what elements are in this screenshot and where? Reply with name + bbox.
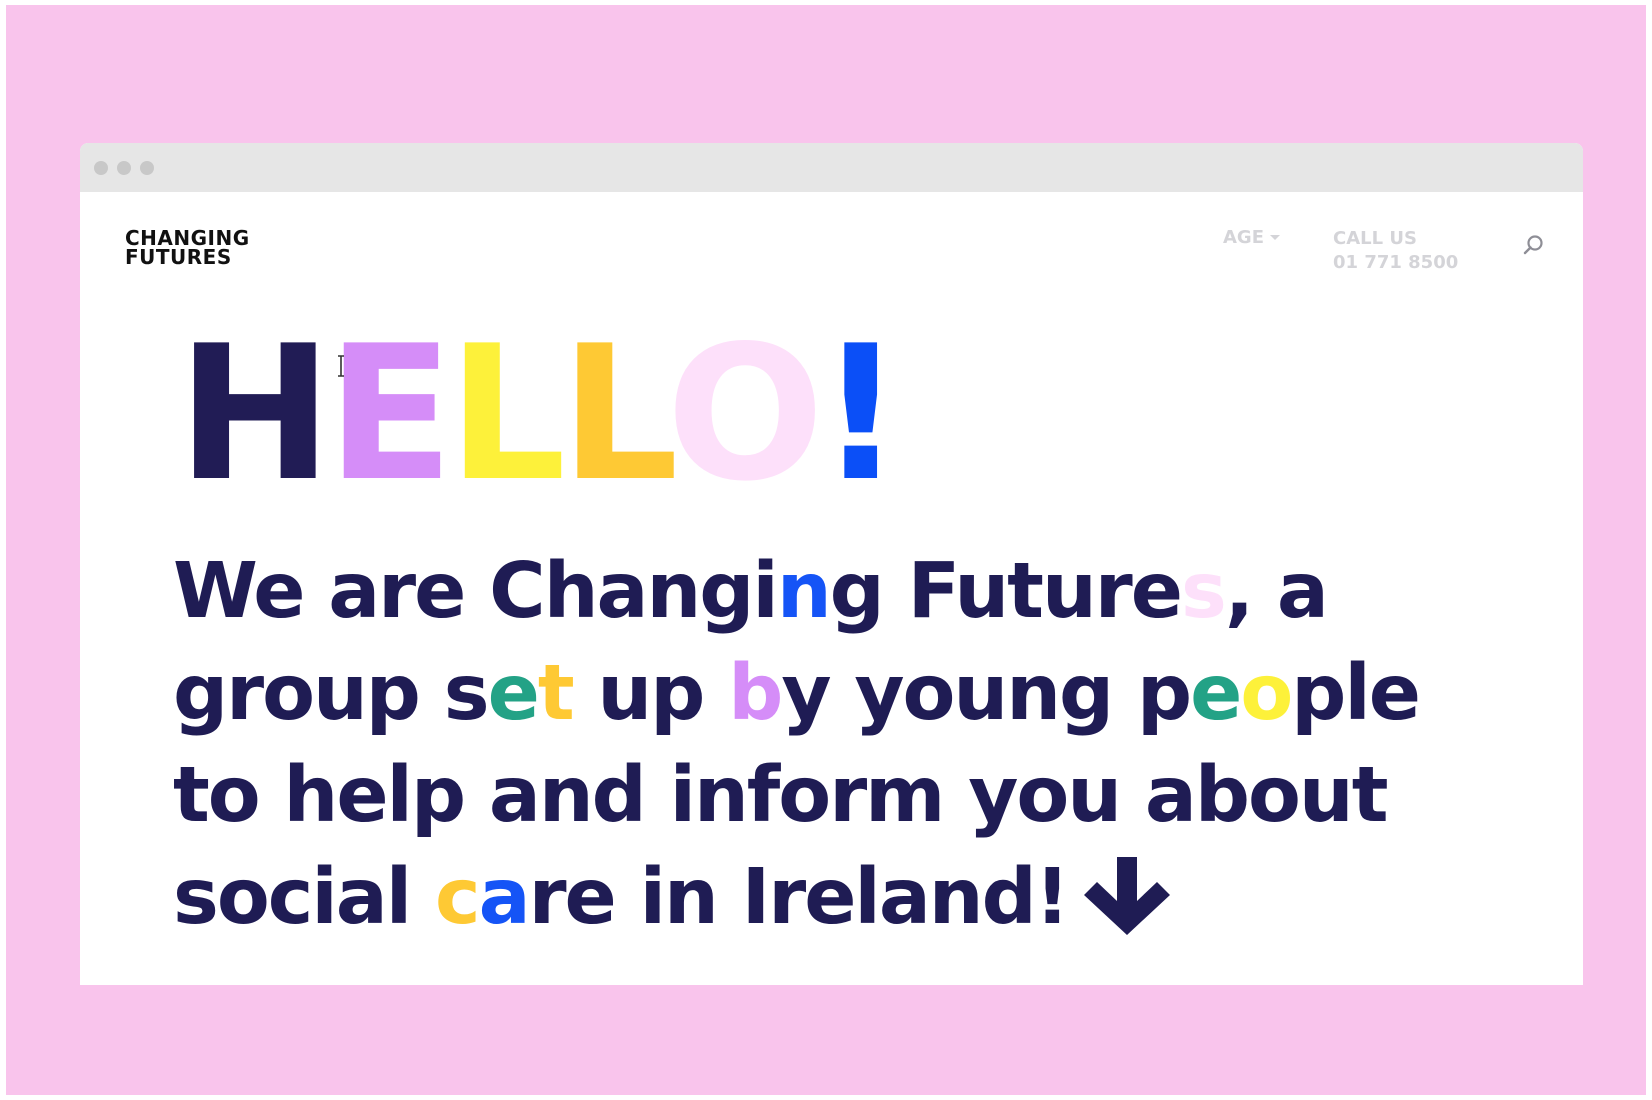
call-us-number: 01 771 8500 bbox=[1333, 252, 1459, 273]
intro-text-segment: to help and inform you about bbox=[173, 751, 1389, 840]
intro-text-segment: re in Ireland! bbox=[528, 853, 1070, 942]
intro-line: group set up by young people bbox=[173, 643, 1573, 745]
intro-text-segment: , a bbox=[1224, 547, 1329, 636]
intro-text-segment: c bbox=[434, 853, 481, 942]
intro-text-segment: We are Changi bbox=[173, 547, 779, 636]
intro-text-segment: group s bbox=[173, 649, 490, 738]
call-us-link[interactable]: CALL US 01 771 8500 bbox=[1333, 227, 1458, 275]
intro-text-segment: b bbox=[728, 649, 783, 738]
intro-text-segment: o bbox=[1240, 649, 1293, 738]
intro-text-segment: s bbox=[1180, 547, 1227, 636]
window-dot-minimize[interactable] bbox=[117, 161, 131, 175]
arrow-down-icon[interactable] bbox=[1082, 855, 1172, 937]
hello-letter: L bbox=[560, 305, 672, 522]
intro-text-segment: social bbox=[173, 853, 435, 942]
intro-text-segment: y young p bbox=[781, 649, 1192, 738]
search-icon bbox=[1523, 235, 1543, 255]
search-button[interactable] bbox=[1520, 233, 1546, 259]
window-dot-maximize[interactable] bbox=[140, 161, 154, 175]
browser-title-bar bbox=[80, 143, 1583, 192]
browser-window: CHANGING FUTURES AGE CALL US 01 771 8500… bbox=[80, 143, 1583, 985]
hello-letter: E bbox=[326, 305, 454, 522]
intro-text-segment: ple bbox=[1291, 649, 1421, 738]
intro-line: We are Changing Futures, a bbox=[173, 541, 1573, 643]
hello-heading: HELLO! bbox=[177, 321, 903, 507]
intro-line: social care in Ireland! bbox=[173, 847, 1573, 949]
intro-text-segment: e bbox=[487, 649, 540, 738]
site-logo[interactable]: CHANGING FUTURES bbox=[125, 228, 250, 269]
intro-text-segment: n bbox=[776, 547, 832, 636]
age-label: AGE bbox=[1223, 227, 1265, 248]
logo-line-2: FUTURES bbox=[125, 245, 232, 269]
hello-letter: O bbox=[666, 305, 824, 522]
intro-line: to help and inform you about bbox=[173, 745, 1573, 847]
intro-paragraph: We are Changing Futures, a group set up b… bbox=[173, 541, 1573, 949]
text-cursor-icon bbox=[338, 355, 344, 377]
intro-text-segment: t bbox=[537, 649, 575, 738]
hello-letter: H bbox=[177, 305, 333, 522]
hello-letter: ! bbox=[818, 305, 903, 522]
hello-letter: L bbox=[447, 305, 567, 522]
age-dropdown[interactable]: AGE bbox=[1223, 227, 1281, 248]
intro-text-segment: g Future bbox=[829, 547, 1183, 636]
intro-text-segment: e bbox=[1190, 649, 1242, 738]
intro-text-segment: a bbox=[478, 853, 531, 942]
window-dot-close[interactable] bbox=[94, 161, 108, 175]
call-us-title: CALL US bbox=[1333, 228, 1417, 249]
chevron-down-icon bbox=[1270, 235, 1281, 240]
intro-text-segment: up bbox=[572, 649, 729, 738]
